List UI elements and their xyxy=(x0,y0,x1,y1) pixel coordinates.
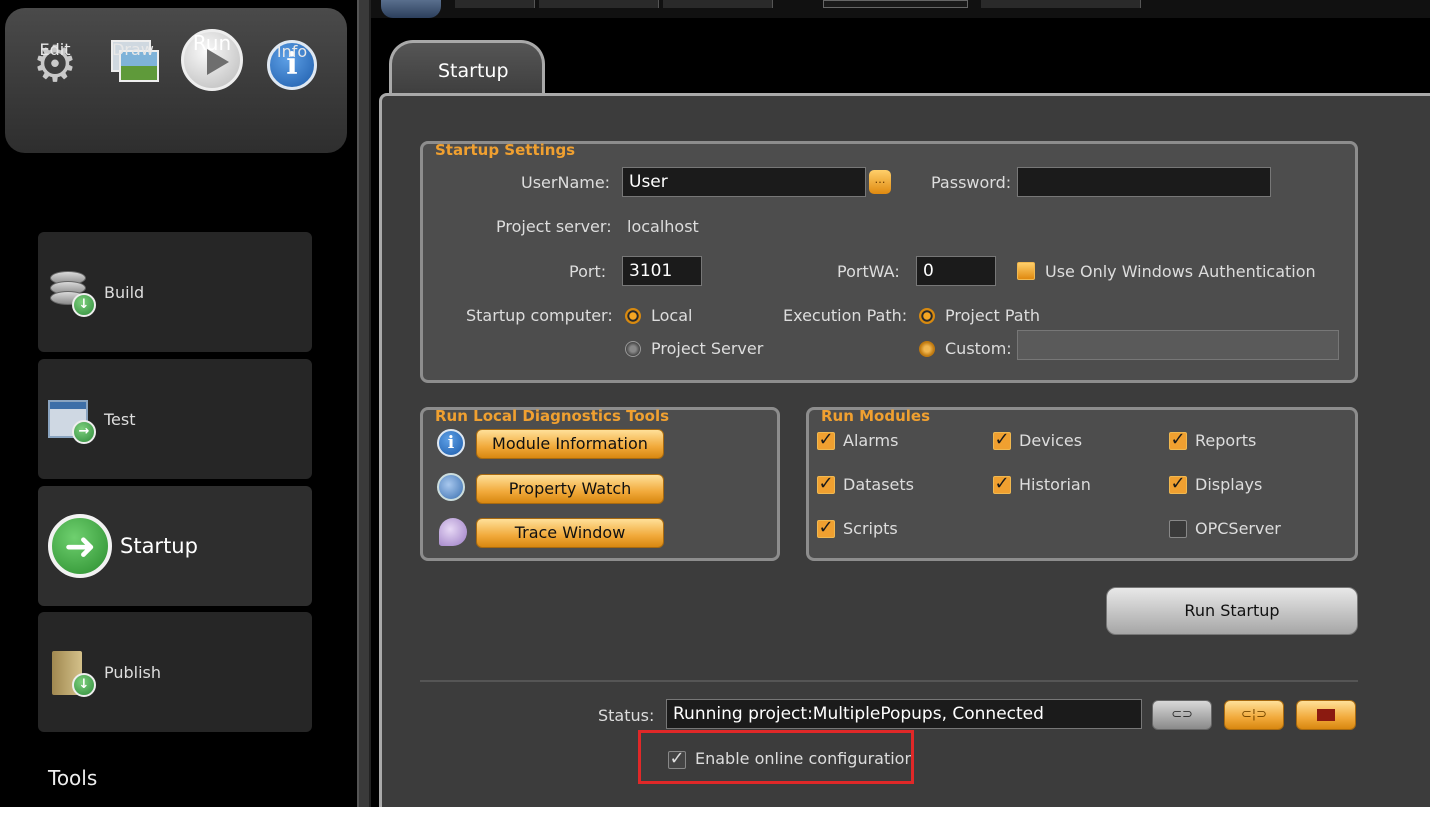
sidebar-item-label: Publish xyxy=(104,662,162,682)
sidebar-item-label: Startup xyxy=(120,534,198,558)
sidebar-item-label: Test xyxy=(104,409,136,429)
startup-local-label: Local xyxy=(651,306,693,325)
divider xyxy=(420,680,1358,682)
port-field[interactable]: 3101 xyxy=(622,256,702,286)
top-toolbar-strip xyxy=(371,0,1430,18)
startup-project-server-radio[interactable] xyxy=(625,341,641,357)
run-mode-button[interactable]: Run xyxy=(181,29,243,91)
reports-label: Reports xyxy=(1195,431,1257,450)
sidebar-item-startup[interactable]: ➜ Startup xyxy=(38,486,312,606)
app-corner-icon xyxy=(381,0,441,18)
disconnect-button[interactable]: ⊂¦⊃ xyxy=(1224,700,1284,730)
mode-toolbar: ⚙ Edit Draw Run i Info xyxy=(5,8,347,153)
startup-settings-title: Startup Settings xyxy=(433,141,578,159)
scripts-checkbox[interactable]: ✓ xyxy=(817,519,835,538)
diagnostics-title: Run Local Diagnostics Tools xyxy=(433,407,672,425)
info-label: Info xyxy=(276,42,308,61)
tab-startup[interactable]: Startup xyxy=(389,40,545,98)
execution-path-label: Execution Path: xyxy=(783,306,908,325)
username-field[interactable]: User xyxy=(622,167,866,197)
edit-mode-button[interactable]: ⚙ Edit xyxy=(29,38,81,90)
startup-local-radio[interactable] xyxy=(625,308,641,324)
windows-auth-checkbox[interactable] xyxy=(1017,262,1035,280)
password-field[interactable] xyxy=(1017,167,1271,197)
password-label: Password: xyxy=(931,173,1012,192)
info-mode-button[interactable]: i Info xyxy=(267,40,317,90)
datasets-label: Datasets xyxy=(843,475,914,494)
username-label: UserName: xyxy=(521,173,611,192)
custom-path-field[interactable] xyxy=(1017,330,1339,360)
property-watch-button[interactable]: Property Watch xyxy=(476,474,664,504)
status-label: Status: xyxy=(598,706,655,725)
user-browse-button[interactable]: … xyxy=(869,170,891,194)
portwa-field[interactable]: 0 xyxy=(916,256,996,286)
exec-project-path-label: Project Path xyxy=(945,306,1040,325)
reports-checkbox[interactable]: ✓ xyxy=(1169,431,1187,450)
run-label: Run xyxy=(192,31,232,55)
trace-bubble-icon xyxy=(439,518,467,546)
devices-checkbox[interactable]: ✓ xyxy=(993,431,1011,450)
exec-project-path-radio[interactable] xyxy=(919,308,935,324)
stop-button[interactable] xyxy=(1296,700,1356,730)
status-field: Running project:MultiplePopups, Connecte… xyxy=(666,699,1142,729)
startup-content: Startup Settings UserName: User … Passwo… xyxy=(379,93,1430,807)
tools-section-label[interactable]: Tools xyxy=(48,766,97,790)
sidebar-item-publish[interactable]: ↓ Publish xyxy=(38,612,312,732)
datasets-checkbox[interactable]: ✓ xyxy=(817,475,835,494)
draw-mode-button[interactable]: Draw xyxy=(107,38,159,86)
run-modules-title: Run Modules xyxy=(819,407,933,425)
edit-label: Edit xyxy=(39,40,71,59)
displays-label: Displays xyxy=(1195,475,1263,494)
displays-checkbox[interactable]: ✓ xyxy=(1169,475,1187,494)
module-information-button[interactable]: Module Information xyxy=(476,429,664,459)
alarms-checkbox[interactable]: ✓ xyxy=(817,431,835,450)
startup-project-server-label: Project Server xyxy=(651,339,764,358)
portwa-label: PortWA: xyxy=(837,262,900,281)
sidebar-item-build[interactable]: ↓ Build xyxy=(38,232,312,352)
run-modules-group: Run Modules ✓ Alarms ✓ Devices ✓ Reports… xyxy=(806,407,1358,561)
tab-startup-label: Startup xyxy=(438,60,509,82)
draw-label: Draw xyxy=(112,40,154,59)
sidebar: ⚙ Edit Draw Run i Info ↓ Build → Test ➜ … xyxy=(0,0,357,807)
property-watch-icon xyxy=(437,473,465,501)
exec-custom-label: Custom: xyxy=(945,339,1012,358)
port-label: Port: xyxy=(569,262,607,281)
exec-custom-radio[interactable] xyxy=(919,341,935,357)
broken-link-icon: ⊂¦⊃ xyxy=(1240,707,1268,722)
publish-icon: ↓ xyxy=(48,647,96,697)
historian-checkbox[interactable]: ✓ xyxy=(993,475,1011,494)
project-server-label: Project server: xyxy=(496,217,612,236)
startup-computer-label: Startup computer: xyxy=(466,306,613,325)
project-server-value: localhost xyxy=(627,217,699,236)
test-window-icon: → xyxy=(48,394,96,444)
link-icon: ⊂⊃ xyxy=(1171,707,1193,722)
highlight-annotation-box xyxy=(638,730,914,784)
trace-window-button[interactable]: Trace Window xyxy=(476,518,664,548)
panel-splitter[interactable] xyxy=(357,0,371,807)
info-icon: i xyxy=(437,429,465,457)
alarms-label: Alarms xyxy=(843,431,899,450)
stop-icon xyxy=(1317,708,1335,721)
database-icon: ↓ xyxy=(48,267,96,317)
devices-label: Devices xyxy=(1019,431,1083,450)
windows-auth-label: Use Only Windows Authentication xyxy=(1045,262,1316,281)
startup-arrow-icon: ➜ xyxy=(48,514,112,578)
sidebar-item-test[interactable]: → Test xyxy=(38,359,312,479)
diagnostics-group: Run Local Diagnostics Tools i Module Inf… xyxy=(420,407,780,561)
opcserver-checkbox[interactable] xyxy=(1169,520,1187,538)
connect-button[interactable]: ⊂⊃ xyxy=(1152,700,1212,730)
run-startup-button[interactable]: Run Startup xyxy=(1106,587,1358,635)
opcserver-label: OPCServer xyxy=(1195,519,1281,538)
sidebar-item-label: Build xyxy=(104,282,145,302)
scripts-label: Scripts xyxy=(843,519,898,538)
main-panel: Startup Startup Settings UserName: User … xyxy=(371,0,1430,807)
startup-settings-group: Startup Settings UserName: User … Passwo… xyxy=(420,141,1358,383)
historian-label: Historian xyxy=(1019,475,1091,494)
